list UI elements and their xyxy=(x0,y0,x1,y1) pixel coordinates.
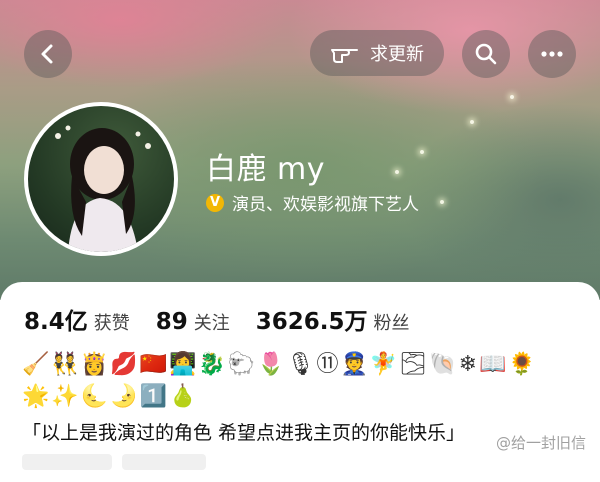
stat-following[interactable]: 89 关注 xyxy=(156,309,230,335)
more-options-button[interactable] xyxy=(528,30,576,78)
sparkle-decoration xyxy=(440,200,444,204)
profile-name: 白鹿 my xyxy=(206,152,326,187)
stat-following-label: 关注 xyxy=(193,313,230,334)
stats-row: 8.4亿 获赞 89 关注 3626.5万 粉丝 xyxy=(24,302,436,336)
bio-emoji-line-1: 🧹👯👸💋🇨🇳👩‍💻🐉🐑🌷🎙⑪👮🧚🌫🐚❄📖🌻 xyxy=(22,352,538,377)
stat-likes-value: 8.4亿 xyxy=(24,309,88,335)
stat-followers-label: 粉丝 xyxy=(373,313,410,334)
sparkle-decoration xyxy=(420,150,424,154)
avatar-portrait-icon xyxy=(55,125,151,252)
sparkle-decoration xyxy=(470,120,474,124)
sparkle-decoration xyxy=(510,95,514,99)
bio-text: 「以上是我演过的角色 希望点进我主页的你能快乐」 xyxy=(22,422,466,444)
verified-badge-icon: V xyxy=(206,193,224,212)
stat-following-value: 89 xyxy=(155,309,188,335)
verification-row: V 演员、欢娱影视旗下艺人 xyxy=(206,190,419,215)
back-arrow-icon xyxy=(41,44,53,64)
request-update-label: 求更新 xyxy=(370,44,424,65)
profile-tag[interactable] xyxy=(122,454,206,470)
pointing-hand-icon xyxy=(331,49,358,63)
stat-followers-value: 3626.5万 xyxy=(255,309,368,335)
search-icon xyxy=(475,43,497,65)
stat-likes[interactable]: 8.4亿 获赞 xyxy=(24,302,130,336)
avatar[interactable] xyxy=(24,102,178,256)
watermark: @给一封旧信 xyxy=(496,432,586,453)
bio-emoji-line-2: 🌟✨🌜🌛1️⃣🍐 xyxy=(22,384,199,409)
stat-followers[interactable]: 3626.5万 粉丝 xyxy=(256,302,410,336)
more-dots-icon xyxy=(541,51,563,57)
sparkle-decoration xyxy=(395,170,399,174)
verification-text: 演员、欢娱影视旗下艺人 xyxy=(232,195,419,215)
back-button[interactable] xyxy=(24,30,72,78)
watermark-text: @给一封旧信 xyxy=(495,434,586,452)
profile-tag[interactable] xyxy=(22,454,112,470)
request-update-button[interactable]: 求更新 xyxy=(310,30,444,76)
stat-likes-label: 获赞 xyxy=(93,313,130,334)
search-button[interactable] xyxy=(462,30,510,78)
